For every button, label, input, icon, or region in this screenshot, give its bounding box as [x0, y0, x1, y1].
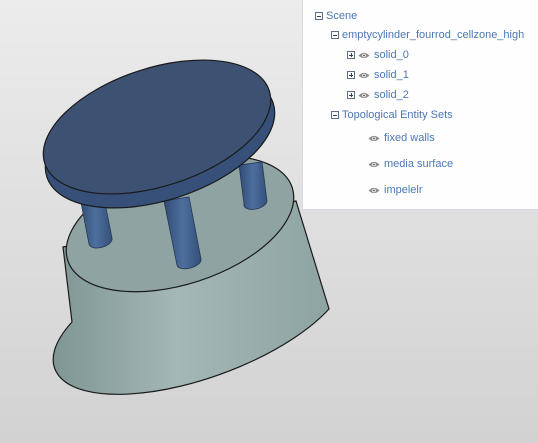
eye-icon[interactable] — [368, 134, 380, 143]
expand-toggle-icon[interactable] — [347, 51, 355, 59]
tree-node-media-surface[interactable]: media surface — [368, 157, 453, 171]
collapse-toggle-icon[interactable] — [315, 12, 323, 20]
tree-node-label: fixed walls — [384, 132, 435, 144]
tree-node-solid-1[interactable]: solid_1 — [347, 68, 409, 82]
collapse-toggle-icon[interactable] — [331, 31, 339, 39]
tree-node-label: Scene — [326, 10, 358, 22]
tree-node-label: solid_0 — [374, 49, 409, 61]
eye-icon[interactable] — [358, 51, 370, 60]
tree-node-entity-sets[interactable]: Topological Entity Sets — [331, 108, 453, 122]
tree-node-solid-0[interactable]: solid_0 — [347, 48, 409, 62]
eye-icon[interactable] — [368, 160, 380, 169]
eye-icon[interactable] — [368, 186, 380, 195]
tree-node-label: emptycylinder_fourrod_cellzone_high — [342, 29, 525, 41]
tree-node-label: impelelr — [384, 184, 423, 196]
tree-node-label: Topological Entity Sets — [342, 109, 453, 121]
expand-toggle-icon[interactable] — [347, 91, 355, 99]
expand-toggle-icon[interactable] — [347, 71, 355, 79]
tree-node-label: media surface — [384, 158, 454, 170]
tree-node-scene[interactable]: Scene — [315, 9, 357, 23]
tree-node-fixed-walls[interactable]: fixed walls — [368, 131, 435, 145]
collapse-toggle-icon[interactable] — [331, 111, 339, 119]
scene-tree-panel: Scene emptycylinder_fourrod_cellzone_hig… — [302, 0, 538, 210]
tree-node-model[interactable]: emptycylinder_fourrod_cellzone_high — [331, 28, 524, 42]
tree-node-label: solid_1 — [374, 69, 409, 81]
tree-node-solid-2[interactable]: solid_2 — [347, 88, 409, 102]
tree-node-label: solid_2 — [374, 89, 409, 101]
eye-icon[interactable] — [358, 71, 370, 80]
eye-icon[interactable] — [358, 91, 370, 100]
tree-node-impelelr[interactable]: impelelr — [368, 183, 423, 197]
